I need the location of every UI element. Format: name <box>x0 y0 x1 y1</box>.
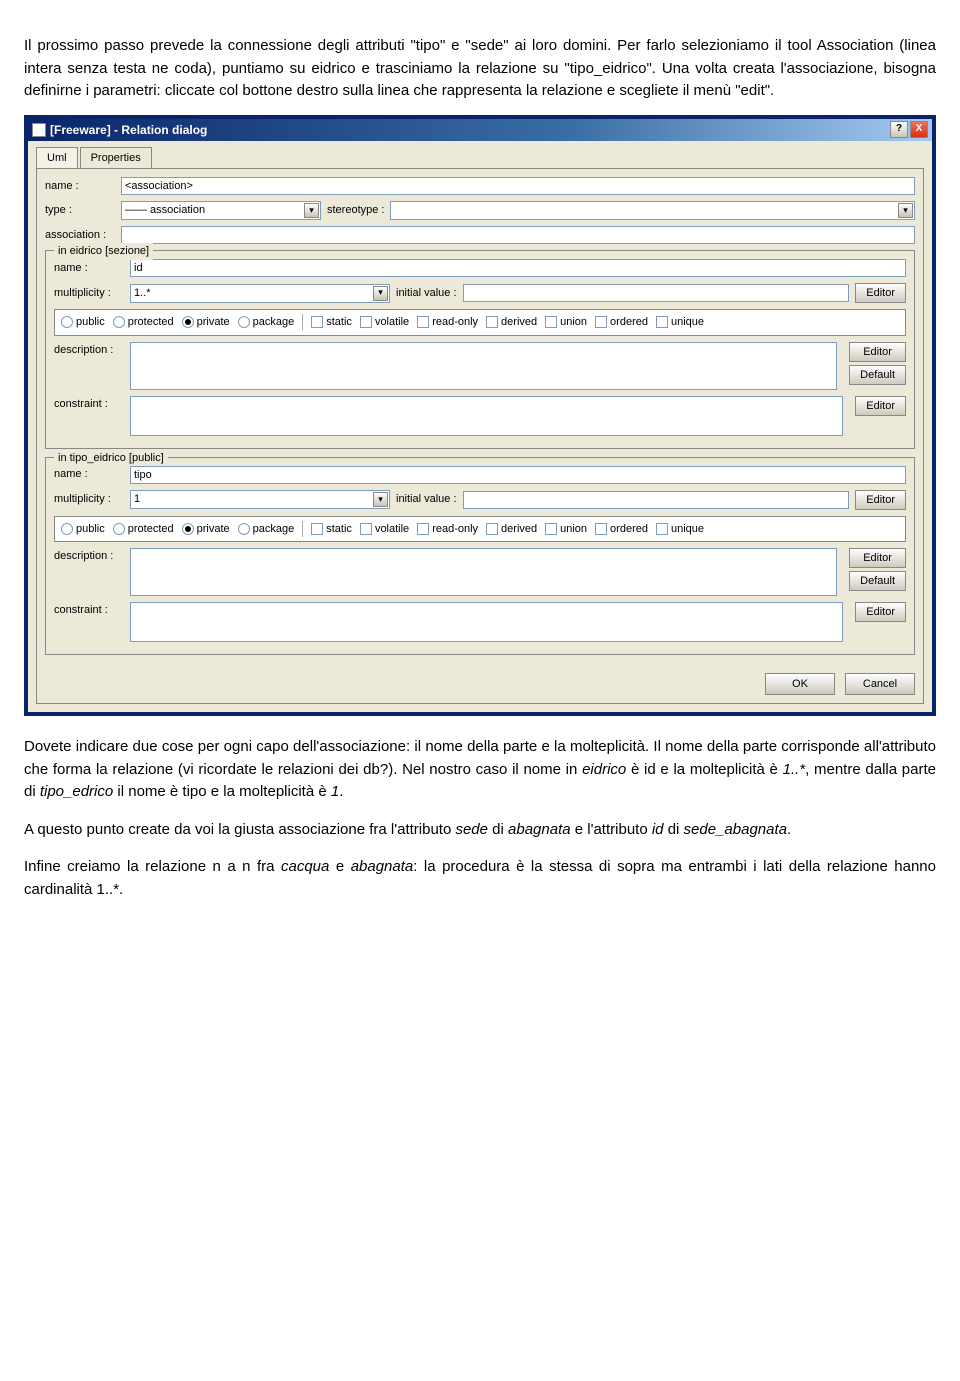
input-association[interactable] <box>121 226 915 244</box>
chk-union-a[interactable] <box>545 316 557 328</box>
legend-eidrico: in eidrico [sezione] <box>54 243 153 260</box>
textarea-constraint-b[interactable] <box>130 602 843 642</box>
help-button[interactable]: ? <box>890 121 908 138</box>
chk-static-b[interactable] <box>311 523 323 535</box>
label-initial-b: initial value : <box>396 491 457 508</box>
textarea-description-b[interactable] <box>130 548 837 596</box>
editor-button-b2[interactable]: Editor <box>849 548 906 568</box>
group-eidrico: in eidrico [sezione] name : multiplicity… <box>45 250 915 449</box>
legend-tipo-eidrico: in tipo_eidrico [public] <box>54 450 168 467</box>
label-association: association : <box>45 227 115 244</box>
chk-static-a[interactable] <box>311 316 323 328</box>
group-tipo-eidrico: in tipo_eidrico [public] name : multipli… <box>45 457 915 656</box>
doc-paragraph-4: Infine creiamo la relazione n a n fra ca… <box>24 856 936 901</box>
input-name[interactable] <box>121 177 915 195</box>
chk-readonly-a[interactable] <box>417 316 429 328</box>
chk-union-b[interactable] <box>545 523 557 535</box>
chevron-down-icon[interactable] <box>304 203 319 218</box>
label-multiplicity-b: multiplicity : <box>54 491 124 508</box>
radio-protected-a[interactable] <box>113 316 125 328</box>
cancel-button[interactable]: Cancel <box>845 673 915 695</box>
radio-protected-b[interactable] <box>113 523 125 535</box>
doc-paragraph-1: Il prossimo passo prevede la connessione… <box>24 35 936 103</box>
doc-paragraph-2: Dovete indicare due cose per ogni capo d… <box>24 736 936 804</box>
combo-mult-b-value: 1 <box>134 491 140 508</box>
chk-readonly-b[interactable] <box>417 523 429 535</box>
label-stereotype: stereotype : <box>327 202 384 219</box>
input-initial-b[interactable] <box>463 491 850 509</box>
editor-button-b3[interactable]: Editor <box>855 602 906 622</box>
titlebar: [Freeware] - Relation dialog ? X <box>28 119 932 141</box>
label-initial-a: initial value : <box>396 285 457 302</box>
combo-stereotype[interactable] <box>390 201 915 220</box>
label-name-b: name : <box>54 466 124 483</box>
editor-button-a2[interactable]: Editor <box>849 342 906 362</box>
editor-button-a3[interactable]: Editor <box>855 396 906 416</box>
combo-multiplicity-b[interactable]: 1 <box>130 490 390 509</box>
chk-derived-b[interactable] <box>486 523 498 535</box>
label-name: name : <box>45 178 115 195</box>
chevron-down-icon[interactable] <box>373 286 388 301</box>
label-name-a: name : <box>54 260 124 277</box>
editor-button-b1[interactable]: Editor <box>855 490 906 510</box>
chk-volatile-b[interactable] <box>360 523 372 535</box>
radio-package-b[interactable] <box>238 523 250 535</box>
combo-multiplicity-a[interactable]: 1..* <box>130 284 390 303</box>
label-constraint-a: constraint : <box>54 396 124 413</box>
chevron-down-icon[interactable] <box>373 492 388 507</box>
editor-button-a1[interactable]: Editor <box>855 283 906 303</box>
ok-button[interactable]: OK <box>765 673 835 695</box>
radio-public-b[interactable] <box>61 523 73 535</box>
label-description-a: description : <box>54 342 124 359</box>
chk-unique-a[interactable] <box>656 316 668 328</box>
input-initial-a[interactable] <box>463 284 850 302</box>
app-icon <box>32 123 46 137</box>
close-button[interactable]: X <box>910 121 928 138</box>
label-description-b: description : <box>54 548 124 565</box>
combo-type-value: —— association <box>125 202 205 219</box>
tab-properties[interactable]: Properties <box>80 147 152 169</box>
chk-ordered-b[interactable] <box>595 523 607 535</box>
input-name-a[interactable] <box>130 259 906 277</box>
combo-type[interactable]: —— association <box>121 201 321 220</box>
doc-paragraph-3: A questo punto create da voi la giusta a… <box>24 819 936 842</box>
default-button-a[interactable]: Default <box>849 365 906 385</box>
relation-dialog: [Freeware] - Relation dialog ? X Uml Pro… <box>24 115 936 717</box>
chk-ordered-a[interactable] <box>595 316 607 328</box>
radio-private-a[interactable] <box>182 316 194 328</box>
dialog-title: [Freeware] - Relation dialog <box>50 121 207 139</box>
default-button-b[interactable]: Default <box>849 571 906 591</box>
textarea-description-a[interactable] <box>130 342 837 390</box>
label-type: type : <box>45 202 115 219</box>
chk-volatile-a[interactable] <box>360 316 372 328</box>
radio-private-b[interactable] <box>182 523 194 535</box>
label-multiplicity-a: multiplicity : <box>54 285 124 302</box>
combo-mult-a-value: 1..* <box>134 285 151 302</box>
radio-public-a[interactable] <box>61 316 73 328</box>
chk-derived-a[interactable] <box>486 316 498 328</box>
textarea-constraint-a[interactable] <box>130 396 843 436</box>
chk-unique-b[interactable] <box>656 523 668 535</box>
input-name-b[interactable] <box>130 466 906 484</box>
tab-uml[interactable]: Uml <box>36 147 78 169</box>
chevron-down-icon[interactable] <box>898 203 913 218</box>
label-constraint-b: constraint : <box>54 602 124 619</box>
radio-package-a[interactable] <box>238 316 250 328</box>
